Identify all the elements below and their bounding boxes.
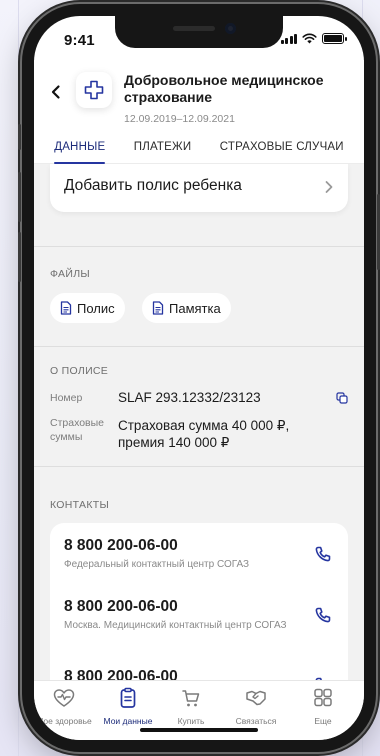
contact-item[interactable]: 8 800 200-06-00 Федеральный контактный ц…: [64, 537, 334, 571]
handshake-icon: [246, 690, 266, 706]
policy-sums-label: Страховые суммы: [50, 416, 104, 444]
background-line: [18, 0, 19, 756]
medical-insurance-icon: [76, 72, 112, 108]
nav-buy[interactable]: Купить: [158, 687, 224, 726]
speaker: [173, 26, 215, 31]
file-chip-memo[interactable]: Памятка: [142, 293, 231, 323]
phone-icon[interactable]: [314, 545, 332, 563]
cart-icon: [182, 690, 200, 707]
file-chip-label: Полис: [77, 300, 115, 316]
status-time: 9:41: [64, 32, 95, 49]
volume-down-button: [18, 232, 21, 282]
policy-number-value: SLAF 293.12332/23123: [118, 390, 261, 405]
phone-icon[interactable]: [314, 606, 332, 624]
back-arrow-icon[interactable]: [48, 84, 64, 100]
nav-label: Купить: [177, 716, 205, 726]
wifi-icon: [302, 33, 317, 44]
policy-section-title: О ПОЛИСЕ: [50, 365, 109, 377]
files-section-title: ФАЙЛЫ: [50, 268, 90, 280]
chevron-right-icon: [325, 181, 333, 193]
files-list: Полис Памятка: [34, 293, 364, 323]
section-divider: [34, 466, 364, 467]
policy-sums-label-line: суммы: [50, 431, 83, 443]
document-icon: [152, 301, 164, 315]
contacts-card: 8 800 200-06-00 Федеральный контактный ц…: [50, 523, 348, 680]
tab-insurance-cases[interactable]: СТРАХОВЫЕ СЛУЧАИ: [220, 136, 344, 163]
signal-icon: [280, 33, 297, 44]
contact-phone: 8 800 200-06-00: [64, 598, 178, 615]
home-indicator: [140, 728, 258, 732]
policy-number-label: Номер: [50, 392, 83, 404]
contact-description: Москва. Медицинский контактный центр СОГ…: [64, 620, 287, 631]
tab-payments[interactable]: ПЛАТЕЖИ: [134, 136, 192, 163]
status-icons: [280, 33, 347, 44]
file-chip-policy[interactable]: Полис: [50, 293, 125, 323]
nav-contact[interactable]: Связаться: [223, 687, 289, 726]
tab-bar: ДАННЫЕ ПЛАТЕЖИ СТРАХОВЫЕ СЛУЧАИ: [34, 136, 364, 164]
page-title: Добровольное медицинское страхование: [124, 72, 324, 105]
contact-item[interactable]: 8 800 200-06-00 Москва. Медицинский конт…: [64, 598, 334, 632]
battery-icon: [322, 33, 347, 44]
contact-phone: 8 800 200-06-00: [64, 537, 178, 554]
tab-data[interactable]: ДАННЫЕ: [54, 136, 106, 164]
section-divider: [34, 346, 364, 347]
add-child-policy-label: Добавить полис ребенка: [64, 177, 242, 194]
medical-cross-icon: [84, 80, 104, 100]
policy-sums-value: Страховая сумма 40 000 ₽, премия 140 000…: [118, 417, 289, 451]
nav-label: Мои данные: [103, 716, 153, 726]
contact-description: Федеральный контактный центр СОГАЗ: [64, 559, 250, 570]
contact-item[interactable]: 8 800 200-06-00: [64, 668, 334, 680]
heart-pulse-icon: [53, 689, 75, 707]
policy-sums-label-line: Страховые: [50, 417, 105, 429]
mute-switch: [18, 124, 21, 150]
main-content: Добавить полис ребенка ФАЙЛЫ Полис Памят…: [34, 164, 364, 680]
nav-more[interactable]: Еще: [290, 687, 356, 726]
policy-sums-value-line: премия 140 000 ₽: [118, 435, 230, 450]
contact-phone: 8 800 200-06-00: [64, 668, 178, 680]
section-divider: [34, 246, 364, 247]
front-camera: [225, 23, 236, 34]
clipboard-icon: [120, 687, 136, 708]
notch: [115, 16, 283, 48]
document-icon: [60, 301, 72, 315]
contacts-list: 8 800 200-06-00 Федеральный контактный ц…: [34, 523, 364, 680]
policy-dates: 12.09.2019–12.09.2021: [124, 113, 235, 125]
file-chip-label: Памятка: [169, 300, 221, 316]
screen: 9:41 Добровольное медицинское страховани…: [34, 16, 364, 740]
phone-frame: 9:41 Добровольное медицинское страховани…: [18, 4, 380, 752]
volume-up-button: [18, 172, 21, 222]
contacts-section-title: КОНТАКТЫ: [50, 499, 110, 511]
nav-my-data[interactable]: Мои данные: [95, 687, 161, 726]
page-header: Добровольное медицинское страхование 12.…: [34, 60, 364, 164]
nav-label: Связаться: [235, 716, 277, 726]
add-child-policy-button[interactable]: Добавить полис ребенка: [50, 164, 348, 212]
grid-icon: [314, 688, 332, 707]
copy-icon[interactable]: [336, 392, 348, 404]
nav-my-health[interactable]: Мое здоровье: [34, 687, 97, 726]
nav-label: Мое здоровье: [36, 716, 92, 726]
nav-label: Еще: [314, 716, 332, 726]
policy-sums-value-line: Страховая сумма 40 000 ₽,: [118, 418, 290, 433]
